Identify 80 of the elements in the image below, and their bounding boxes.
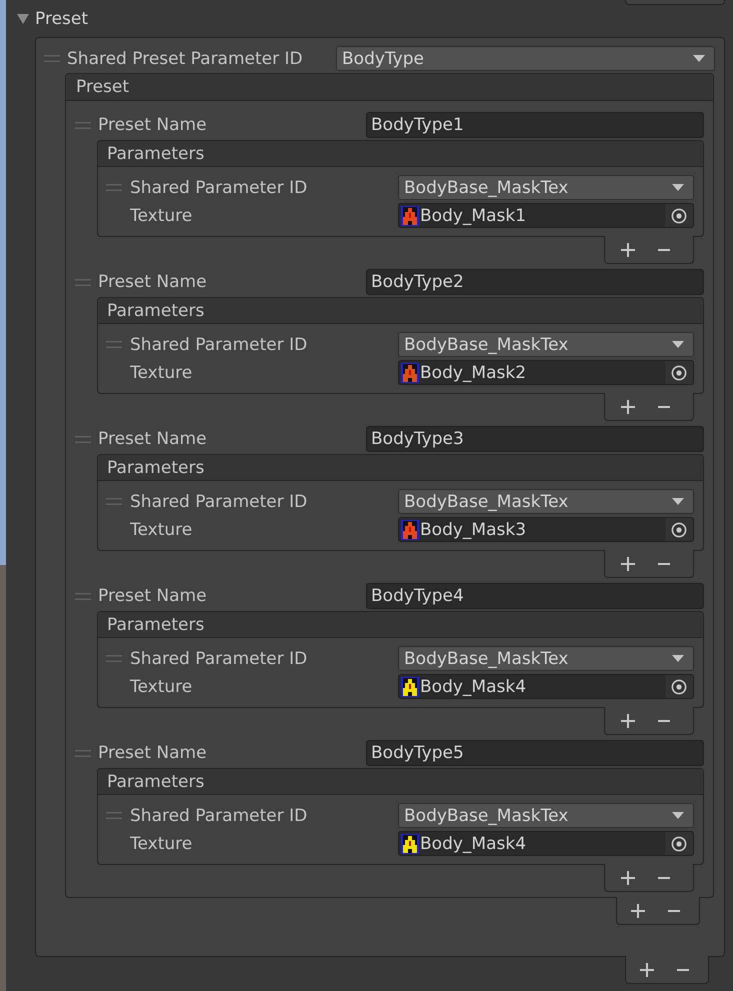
foldout-toggle[interactable]: Preset (17, 6, 88, 32)
minus-icon (658, 248, 670, 250)
field-label: Preset Name (98, 115, 208, 135)
text-field[interactable]: BodyType2 (366, 269, 704, 295)
drag-handle-icon[interactable] (106, 498, 122, 505)
field-label: Shared Parameter ID (130, 334, 308, 354)
caret-icon (693, 55, 705, 62)
drag-handle-icon[interactable] (75, 122, 91, 128)
object-picker-button[interactable] (665, 361, 693, 384)
plus-icon (631, 904, 645, 918)
drag-handle-icon[interactable] (75, 592, 91, 600)
field-label: Texture (130, 676, 194, 696)
target-icon (671, 678, 687, 694)
minus-icon (658, 876, 670, 878)
object-field[interactable]: Body_Mask3 (398, 517, 694, 542)
minus-icon (658, 406, 670, 408)
drag-handle-icon[interactable] (75, 278, 91, 286)
dropdown[interactable]: BodyBase_MaskTex (398, 332, 694, 357)
target-icon (671, 522, 687, 538)
list-header: Parameters (98, 141, 703, 167)
field-label: Preset Name (98, 429, 208, 449)
caret-icon (672, 812, 684, 819)
target-icon (671, 208, 687, 224)
dropdown[interactable]: BodyBase_MaskTex (398, 646, 694, 671)
minus-icon (658, 562, 670, 564)
object-picker-button[interactable] (665, 675, 693, 698)
object-field[interactable]: Body_Mask1 (398, 203, 694, 228)
drag-handle-icon[interactable] (75, 750, 91, 756)
list-header: Parameters (98, 298, 703, 324)
field-label: Texture (130, 520, 194, 540)
object-field[interactable]: Body_Mask2 (398, 360, 694, 385)
text-field[interactable]: BodyType5 (366, 740, 704, 766)
dropdown[interactable]: BodyType (336, 46, 715, 71)
caret-icon (672, 184, 684, 191)
field-label: Texture (130, 834, 194, 854)
field-label: Texture (130, 206, 194, 226)
minus-icon (668, 910, 680, 912)
minus-icon (658, 720, 670, 722)
drag-handle-icon[interactable] (75, 436, 91, 442)
minus-icon (677, 968, 689, 970)
drag-handle-icon[interactable] (106, 341, 122, 348)
target-icon (671, 364, 687, 380)
target-icon (671, 836, 687, 852)
field-label: Texture (130, 362, 194, 382)
field-label: Shared Preset Parameter ID (67, 48, 304, 68)
text-field[interactable]: BodyType3 (366, 426, 704, 452)
plus-icon (621, 870, 635, 884)
object-field[interactable]: Body_Mask4 (398, 674, 694, 699)
list-header: Parameters (98, 612, 703, 638)
field-label: Shared Parameter ID (130, 178, 308, 198)
caret-icon (672, 655, 684, 662)
field-label: Preset Name (98, 743, 208, 763)
caret-icon (672, 498, 684, 505)
dropdown[interactable]: BodyBase_MaskTex (398, 489, 694, 514)
list-header: Parameters (98, 769, 703, 795)
field-label: Preset Name (98, 272, 208, 292)
object-picker-button[interactable] (665, 204, 693, 227)
caret-icon (672, 341, 684, 348)
list-header: Preset (66, 74, 713, 101)
object-picker-button[interactable] (665, 832, 693, 855)
field-label: Preset Name (98, 586, 208, 606)
field-label: Shared Parameter ID (130, 648, 308, 668)
drag-handle-icon[interactable] (44, 55, 60, 62)
plus-icon (621, 242, 635, 256)
object-picker-button[interactable] (665, 518, 693, 541)
dropdown[interactable]: BodyBase_MaskTex (398, 175, 694, 200)
object-field[interactable]: Body_Mask4 (398, 831, 694, 856)
list-header: Parameters (98, 455, 703, 481)
drag-handle-icon[interactable] (106, 655, 122, 662)
field-label: Shared Parameter ID (130, 492, 308, 512)
plus-icon (621, 714, 635, 728)
drag-handle-icon[interactable] (106, 184, 122, 191)
drag-handle-icon[interactable] (106, 812, 122, 819)
plus-icon (621, 556, 635, 570)
plus-icon (621, 400, 635, 414)
plus-icon (640, 962, 654, 976)
field-label: Shared Parameter ID (130, 806, 308, 826)
text-field[interactable]: BodyType4 (366, 583, 704, 609)
text-field[interactable]: BodyType1 (366, 112, 704, 138)
dropdown[interactable]: BodyBase_MaskTex (398, 803, 694, 828)
